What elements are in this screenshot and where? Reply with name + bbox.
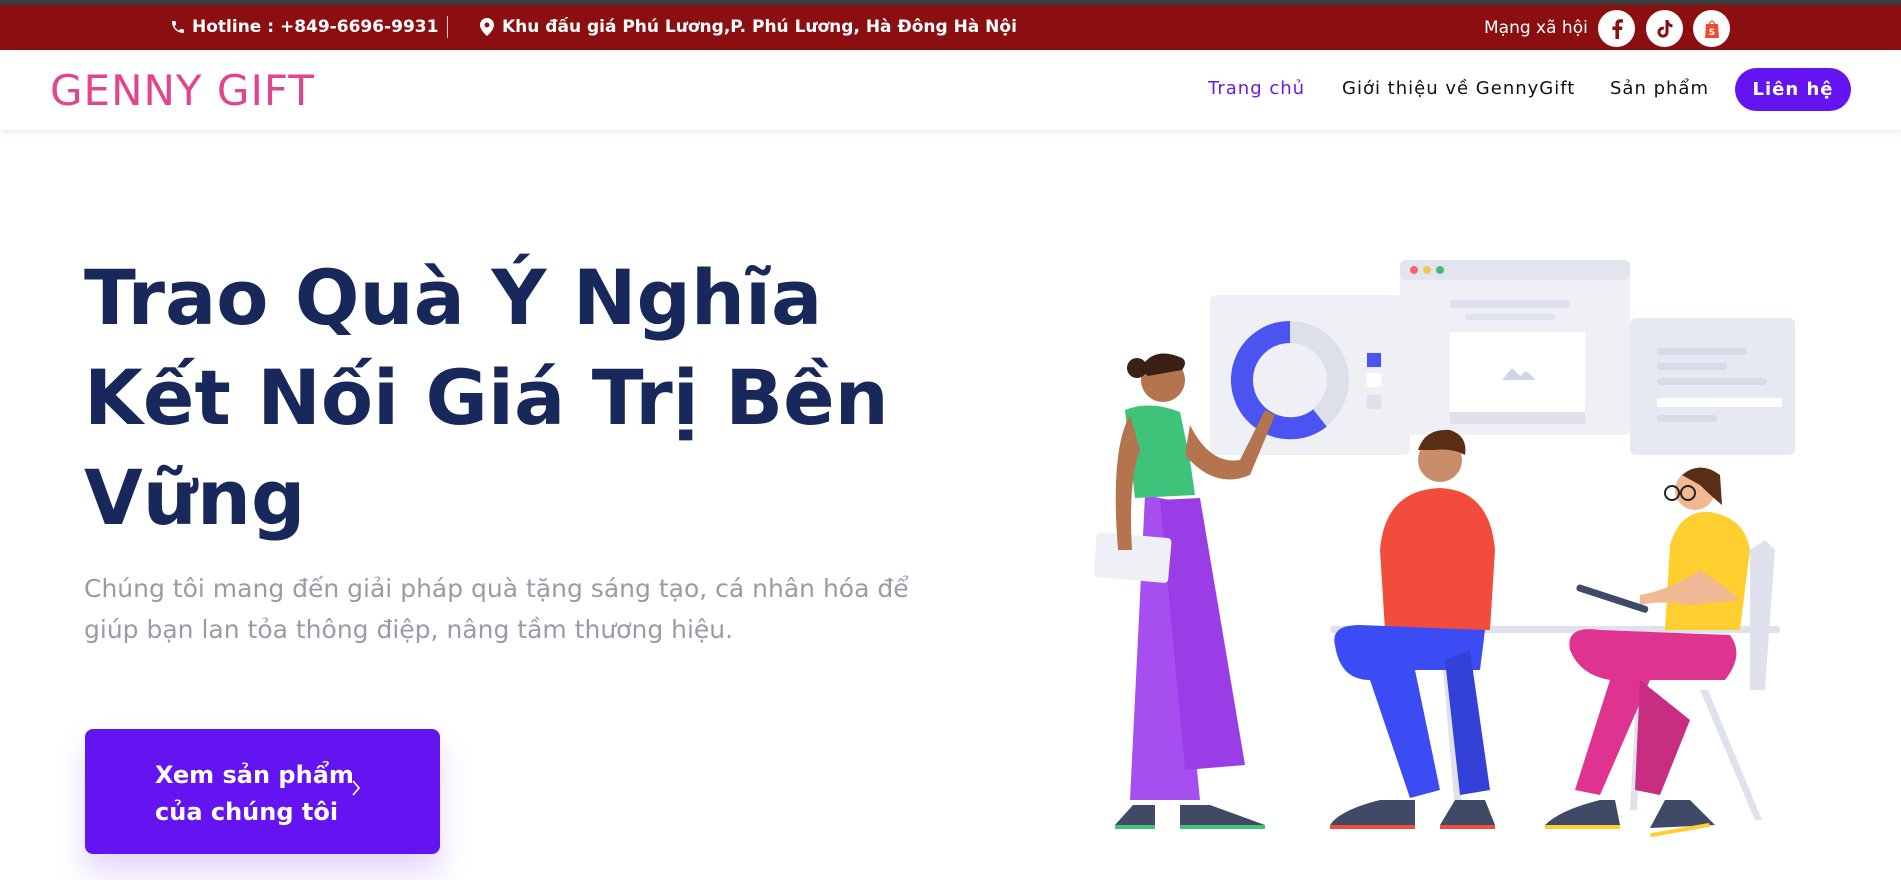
view-products-button[interactable]: Xem sản phẩm của chúng tôi (85, 729, 440, 854)
contact-button[interactable]: Liên hệ (1735, 68, 1851, 111)
cta-label-line: Xem sản phẩm (155, 761, 354, 789)
address-text: Khu đấu giá Phú Lương,P. Phú Lương, Hà Đ… (502, 17, 1017, 37)
shopee-button[interactable]: S (1693, 10, 1730, 47)
svg-text:S: S (1708, 28, 1714, 38)
hotline[interactable]: Hotline : +849-6696-9931 (170, 17, 438, 37)
nav-products[interactable]: Sản phẩm (1610, 78, 1709, 99)
hero-subtitle: Chúng tôi mang đến giải pháp quà tặng sá… (84, 568, 924, 650)
panel-right (1630, 318, 1795, 455)
tiktok-icon (1657, 19, 1672, 38)
facebook-button[interactable] (1598, 10, 1635, 47)
hero-title-line: Trao Quà Ý Nghĩa (84, 253, 823, 342)
cta-label: Xem sản phẩm của chúng tôi (155, 757, 355, 831)
address: Khu đấu giá Phú Lương,P. Phú Lương, Hà Đ… (480, 17, 1017, 37)
hero-title: Trao Quà Ý Nghĩa Kết Nối Giá Trị Bền Vữn… (84, 248, 904, 548)
tiktok-button[interactable] (1646, 10, 1683, 47)
phone-icon (172, 21, 184, 33)
top-info-bar: Hotline : +849-6696-9931 Khu đấu giá Phú… (0, 5, 1901, 50)
location-pin-icon (480, 18, 494, 36)
team-illustration (1093, 260, 1795, 838)
nav-home[interactable]: Trang chủ (1208, 78, 1305, 99)
social-label: Mạng xã hội (1484, 18, 1588, 38)
main-header: GENNY GIFT Trang chủ Giới thiệu về Genny… (0, 50, 1901, 130)
shopee-icon: S (1704, 20, 1719, 38)
chevron-right-icon (352, 780, 361, 796)
nav-about[interactable]: Giới thiệu về GennyGift (1342, 78, 1575, 99)
facebook-icon (1611, 18, 1623, 39)
hero-title-line: Kết Nối Giá Trị Bền (84, 353, 889, 442)
hero-title-line: Vững (84, 453, 306, 542)
cta-label-line: của chúng tôi (155, 798, 339, 826)
hero-subtitle-line: Chúng tôi mang đến giải pháp quà tặng sá… (84, 574, 909, 603)
site-logo[interactable]: GENNY GIFT (50, 66, 315, 115)
hotline-text: Hotline : +849-6696-9931 (192, 17, 439, 37)
topbar-divider (447, 16, 448, 38)
hero-subtitle-line: giúp bạn lan tỏa thông điệp, nâng tầm th… (84, 615, 734, 644)
